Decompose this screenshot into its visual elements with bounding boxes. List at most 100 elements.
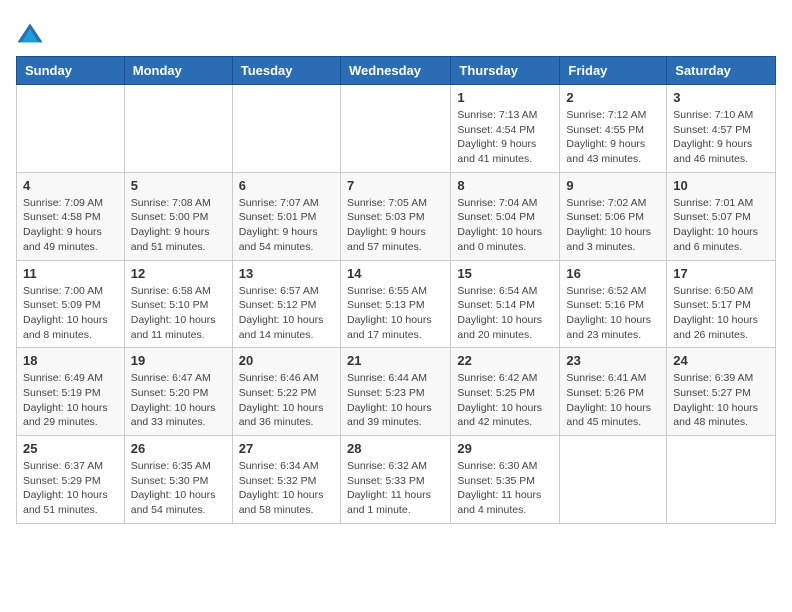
weekday-header-tuesday: Tuesday <box>232 57 340 85</box>
weekday-header-friday: Friday <box>560 57 667 85</box>
day-info: Sunrise: 7:08 AM Sunset: 5:00 PM Dayligh… <box>131 196 226 255</box>
calendar-cell: 23Sunrise: 6:41 AM Sunset: 5:26 PM Dayli… <box>560 348 667 436</box>
day-info: Sunrise: 6:50 AM Sunset: 5:17 PM Dayligh… <box>673 284 769 343</box>
day-number: 20 <box>239 353 334 368</box>
day-number: 25 <box>23 441 118 456</box>
calendar-cell: 21Sunrise: 6:44 AM Sunset: 5:23 PM Dayli… <box>340 348 450 436</box>
day-number: 21 <box>347 353 444 368</box>
weekday-header-wednesday: Wednesday <box>340 57 450 85</box>
day-number: 2 <box>566 90 660 105</box>
day-info: Sunrise: 6:42 AM Sunset: 5:25 PM Dayligh… <box>457 371 553 430</box>
day-number: 12 <box>131 266 226 281</box>
calendar-cell: 12 Sunrise: 6:58 AM Sunset: 5:10 PM Dayli… <box>124 260 232 348</box>
calendar-header-row: SundayMondayTuesdayWednesdayThursdayFrid… <box>17 57 776 85</box>
weekday-header-thursday: Thursday <box>451 57 560 85</box>
calendar-week-1: 1 Sunrise: 7:13 AM Sunset: 4:54 PM Daylig… <box>17 85 776 173</box>
calendar-cell <box>124 85 232 173</box>
calendar-cell: 28Sunrise: 6:32 AM Sunset: 5:33 PM Dayli… <box>340 436 450 524</box>
calendar-cell: 18 Sunrise: 6:49 AM Sunset: 5:19 PM Dayli… <box>17 348 125 436</box>
day-number: 13 <box>239 266 334 281</box>
day-info: Sunrise: 6:34 AM Sunset: 5:32 PM Dayligh… <box>239 459 334 518</box>
day-info: Sunrise: 6:47 AM Sunset: 5:20 PM Dayligh… <box>131 371 226 430</box>
day-info: Sunrise: 7:09 AM Sunset: 4:58 PM Dayligh… <box>23 196 118 255</box>
day-number: 8 <box>457 178 553 193</box>
calendar-cell: 2 Sunrise: 7:12 AM Sunset: 4:55 PM Daylig… <box>560 85 667 173</box>
day-number: 17 <box>673 266 769 281</box>
calendar-cell: 9Sunrise: 7:02 AM Sunset: 5:06 PM Daylig… <box>560 172 667 260</box>
calendar-cell: 13 Sunrise: 6:57 AM Sunset: 5:12 PM Dayli… <box>232 260 340 348</box>
calendar-cell: 7 Sunrise: 7:05 AM Sunset: 5:03 PM Daylig… <box>340 172 450 260</box>
day-info: Sunrise: 6:37 AM Sunset: 5:29 PM Dayligh… <box>23 459 118 518</box>
day-info: Sunrise: 7:10 AM Sunset: 4:57 PM Dayligh… <box>673 108 769 167</box>
day-number: 11 <box>23 266 118 281</box>
day-info: Sunrise: 6:55 AM Sunset: 5:13 PM Dayligh… <box>347 284 444 343</box>
calendar-cell: 19 Sunrise: 6:47 AM Sunset: 5:20 PM Dayli… <box>124 348 232 436</box>
day-number: 15 <box>457 266 553 281</box>
day-info: Sunrise: 6:39 AM Sunset: 5:27 PM Dayligh… <box>673 371 769 430</box>
day-info: Sunrise: 7:12 AM Sunset: 4:55 PM Dayligh… <box>566 108 660 167</box>
calendar-cell: 24 Sunrise: 6:39 AM Sunset: 5:27 PM Dayli… <box>667 348 776 436</box>
calendar-week-3: 11 Sunrise: 7:00 AM Sunset: 5:09 PM Dayli… <box>17 260 776 348</box>
day-info: Sunrise: 6:32 AM Sunset: 5:33 PM Dayligh… <box>347 459 444 518</box>
calendar-cell <box>560 436 667 524</box>
calendar-cell: 26 Sunrise: 6:35 AM Sunset: 5:30 PM Dayli… <box>124 436 232 524</box>
day-info: Sunrise: 6:41 AM Sunset: 5:26 PM Dayligh… <box>566 371 660 430</box>
calendar-cell: 29 Sunrise: 6:30 AM Sunset: 5:35 PM Dayli… <box>451 436 560 524</box>
calendar-cell: 5 Sunrise: 7:08 AM Sunset: 5:00 PM Daylig… <box>124 172 232 260</box>
calendar-cell: 11 Sunrise: 7:00 AM Sunset: 5:09 PM Dayli… <box>17 260 125 348</box>
calendar-cell <box>232 85 340 173</box>
calendar-cell: 20 Sunrise: 6:46 AM Sunset: 5:22 PM Dayli… <box>232 348 340 436</box>
day-number: 18 <box>23 353 118 368</box>
calendar-cell: 3Sunrise: 7:10 AM Sunset: 4:57 PM Daylig… <box>667 85 776 173</box>
day-info: Sunrise: 6:58 AM Sunset: 5:10 PM Dayligh… <box>131 284 226 343</box>
calendar-cell: 16Sunrise: 6:52 AM Sunset: 5:16 PM Dayli… <box>560 260 667 348</box>
day-info: Sunrise: 6:46 AM Sunset: 5:22 PM Dayligh… <box>239 371 334 430</box>
calendar-cell: 27 Sunrise: 6:34 AM Sunset: 5:32 PM Dayli… <box>232 436 340 524</box>
calendar-cell: 17 Sunrise: 6:50 AM Sunset: 5:17 PM Dayli… <box>667 260 776 348</box>
day-number: 14 <box>347 266 444 281</box>
day-info: Sunrise: 7:13 AM Sunset: 4:54 PM Dayligh… <box>457 108 553 167</box>
calendar-cell: 8 Sunrise: 7:04 AM Sunset: 5:04 PM Daylig… <box>451 172 560 260</box>
day-number: 16 <box>566 266 660 281</box>
calendar-cell <box>17 85 125 173</box>
day-info: Sunrise: 6:54 AM Sunset: 5:14 PM Dayligh… <box>457 284 553 343</box>
day-number: 27 <box>239 441 334 456</box>
day-info: Sunrise: 6:35 AM Sunset: 5:30 PM Dayligh… <box>131 459 226 518</box>
day-info: Sunrise: 6:30 AM Sunset: 5:35 PM Dayligh… <box>457 459 553 518</box>
calendar-cell: 25 Sunrise: 6:37 AM Sunset: 5:29 PM Dayli… <box>17 436 125 524</box>
day-info: Sunrise: 6:49 AM Sunset: 5:19 PM Dayligh… <box>23 371 118 430</box>
calendar-cell: 10 Sunrise: 7:01 AM Sunset: 5:07 PM Dayli… <box>667 172 776 260</box>
logo <box>16 20 48 48</box>
weekday-header-sunday: Sunday <box>17 57 125 85</box>
calendar-cell: 1 Sunrise: 7:13 AM Sunset: 4:54 PM Daylig… <box>451 85 560 173</box>
calendar-cell: 15 Sunrise: 6:54 AM Sunset: 5:14 PM Dayli… <box>451 260 560 348</box>
day-number: 6 <box>239 178 334 193</box>
calendar: SundayMondayTuesdayWednesdayThursdayFrid… <box>16 56 776 524</box>
day-info: Sunrise: 7:00 AM Sunset: 5:09 PM Dayligh… <box>23 284 118 343</box>
day-info: Sunrise: 7:04 AM Sunset: 5:04 PM Dayligh… <box>457 196 553 255</box>
weekday-header-saturday: Saturday <box>667 57 776 85</box>
calendar-week-2: 4 Sunrise: 7:09 AM Sunset: 4:58 PM Daylig… <box>17 172 776 260</box>
day-number: 7 <box>347 178 444 193</box>
calendar-cell <box>667 436 776 524</box>
day-number: 10 <box>673 178 769 193</box>
day-number: 19 <box>131 353 226 368</box>
day-number: 1 <box>457 90 553 105</box>
day-number: 29 <box>457 441 553 456</box>
day-info: Sunrise: 6:57 AM Sunset: 5:12 PM Dayligh… <box>239 284 334 343</box>
day-info: Sunrise: 7:07 AM Sunset: 5:01 PM Dayligh… <box>239 196 334 255</box>
day-number: 26 <box>131 441 226 456</box>
logo-icon <box>16 20 44 48</box>
day-number: 4 <box>23 178 118 193</box>
day-number: 5 <box>131 178 226 193</box>
calendar-cell: 14 Sunrise: 6:55 AM Sunset: 5:13 PM Dayli… <box>340 260 450 348</box>
header <box>16 16 776 48</box>
calendar-cell: 22Sunrise: 6:42 AM Sunset: 5:25 PM Dayli… <box>451 348 560 436</box>
day-number: 24 <box>673 353 769 368</box>
day-info: Sunrise: 7:01 AM Sunset: 5:07 PM Dayligh… <box>673 196 769 255</box>
calendar-cell <box>340 85 450 173</box>
calendar-cell: 6 Sunrise: 7:07 AM Sunset: 5:01 PM Daylig… <box>232 172 340 260</box>
calendar-week-5: 25 Sunrise: 6:37 AM Sunset: 5:29 PM Dayli… <box>17 436 776 524</box>
day-info: Sunrise: 7:05 AM Sunset: 5:03 PM Dayligh… <box>347 196 444 255</box>
calendar-week-4: 18 Sunrise: 6:49 AM Sunset: 5:19 PM Dayli… <box>17 348 776 436</box>
